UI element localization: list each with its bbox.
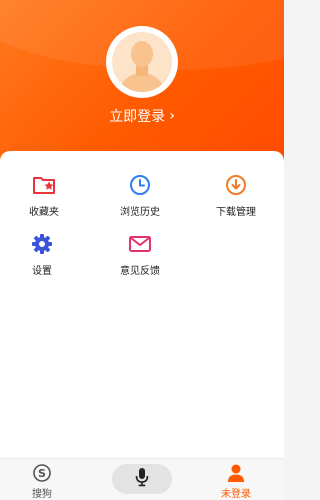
login-label: 立即登录 bbox=[109, 109, 166, 125]
menu-item-settings[interactable]: 设置 bbox=[2, 232, 82, 277]
clock-icon bbox=[128, 173, 152, 197]
tab-profile-label: 未登录 bbox=[221, 489, 251, 500]
user-icon bbox=[226, 463, 246, 483]
tab-profile[interactable]: 未登录 bbox=[206, 463, 266, 500]
tab-search-label: 搜狗 bbox=[32, 489, 52, 500]
menu-item-downloads[interactable]: 下载管理 bbox=[196, 173, 276, 218]
menu-item-favorites[interactable]: 收藏夹 bbox=[4, 173, 84, 218]
microphone-icon bbox=[135, 467, 149, 491]
tab-search[interactable]: S 搜狗 bbox=[12, 463, 72, 500]
default-avatar-icon[interactable] bbox=[106, 26, 178, 98]
svg-text:S: S bbox=[38, 467, 46, 480]
menu-item-history[interactable]: 浏览历史 bbox=[100, 173, 180, 218]
download-icon bbox=[224, 173, 248, 197]
menu-item-label: 意见反馈 bbox=[120, 266, 160, 277]
voice-search-button[interactable] bbox=[112, 464, 172, 494]
menu-card: 收藏夹 浏览历史 下载管理 设置 意见反馈 bbox=[0, 151, 284, 466]
login-button[interactable]: 立即登录 › bbox=[0, 106, 284, 126]
sogou-logo-icon: S bbox=[32, 463, 52, 483]
favorites-folder-icon bbox=[32, 173, 56, 197]
chevron-right-icon: › bbox=[169, 108, 175, 124]
menu-item-feedback[interactable]: 意见反馈 bbox=[100, 232, 180, 277]
bottom-tab-bar: S 搜狗 未登录 bbox=[0, 458, 284, 500]
mail-icon bbox=[128, 232, 152, 256]
menu-item-label: 收藏夹 bbox=[29, 207, 59, 218]
menu-item-label: 设置 bbox=[32, 266, 52, 277]
menu-item-label: 下载管理 bbox=[216, 207, 256, 218]
menu-item-label: 浏览历史 bbox=[120, 207, 160, 218]
gear-icon bbox=[30, 232, 54, 256]
profile-header: 立即登录 › bbox=[0, 0, 284, 175]
